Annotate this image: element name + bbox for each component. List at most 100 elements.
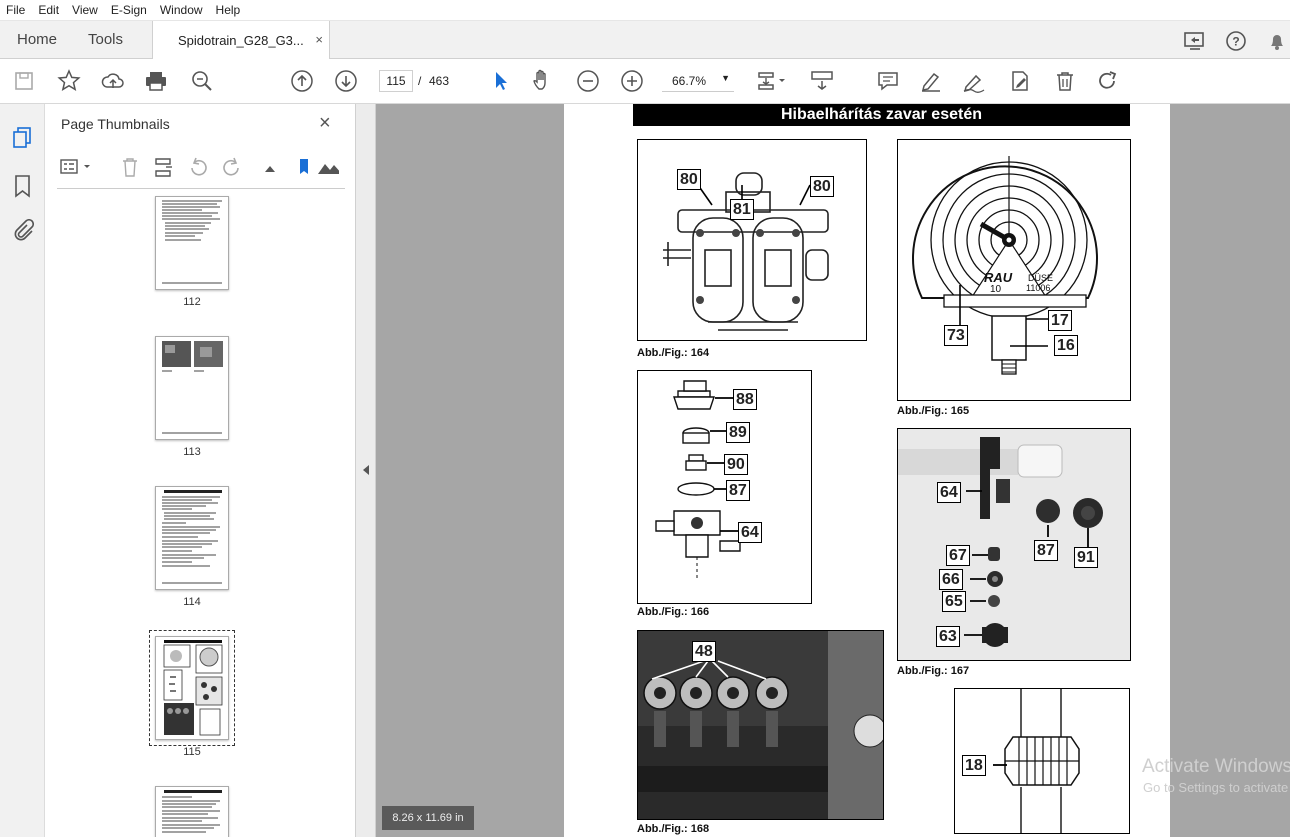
nozzle-parts-diagram — [655, 380, 741, 579]
navigation-strip — [0, 104, 45, 837]
scrolling-mode-icon[interactable] — [810, 69, 834, 93]
callout-65: 65 — [942, 591, 966, 612]
dial-number: 10 — [990, 284, 1002, 295]
print-icon[interactable] — [144, 69, 168, 93]
thumbnail-page-114-preview — [162, 490, 222, 584]
thumbnail-page-113[interactable] — [155, 336, 229, 440]
caption-167: Abb./Fig.: 167 — [897, 665, 970, 677]
redo-icon[interactable] — [1096, 69, 1120, 93]
delete-page-icon[interactable] — [119, 156, 141, 178]
insert-page-icon[interactable] — [153, 156, 175, 178]
svg-text:?: ? — [1232, 35, 1239, 49]
select-cursor-icon[interactable] — [489, 69, 513, 93]
bookmarks-icon[interactable] — [13, 174, 33, 198]
thumbnail-page-112-preview — [162, 200, 222, 284]
tab-document[interactable]: Spidotrain_G28_G3... × — [152, 21, 330, 59]
menu-help[interactable]: Help — [216, 3, 241, 17]
menu-view[interactable]: View — [72, 3, 98, 17]
upload-cloud-icon[interactable] — [101, 69, 125, 93]
help-icon[interactable]: ? — [1225, 30, 1247, 52]
figure-169: 18 — [954, 688, 1130, 834]
close-tab-button[interactable]: × — [315, 32, 323, 47]
callout-89: 89 — [726, 422, 750, 443]
hand-tool-icon[interactable] — [531, 69, 555, 93]
callout-88: 88 — [733, 389, 757, 410]
panel-title: Page Thumbnails — [61, 116, 170, 132]
thumbnail-page-114[interactable] — [155, 486, 229, 590]
thumbnail-page-116[interactable] — [155, 786, 229, 837]
smaller-thumbnails-icon[interactable] — [261, 156, 283, 178]
close-panel-button[interactable]: × — [319, 112, 331, 135]
dosing-dial-diagram: RAU 10 DÜSE 11006 — [912, 156, 1098, 375]
page-number-input[interactable]: 115 — [379, 70, 413, 92]
delete-trash-icon[interactable] — [1053, 69, 1077, 93]
callout-63: 63 — [936, 626, 960, 647]
menu-edit[interactable]: Edit — [38, 3, 59, 17]
caption-168: Abb./Fig.: 168 — [637, 823, 710, 835]
thumbnails-panel: Page Thumbnails × 112 113 114 115 — [45, 104, 393, 837]
zoom-level-value: 66.7% — [672, 73, 707, 88]
rotate-ccw-icon[interactable] — [187, 156, 209, 178]
zoom-out-icon[interactable] — [576, 69, 600, 93]
activation-watermark-title: Activate Windows — [1142, 756, 1290, 777]
page-thumbnails-icon[interactable] — [12, 126, 34, 150]
callout-81: 81 — [730, 199, 754, 220]
previous-page-icon[interactable] — [290, 69, 314, 93]
menu-bar: File Edit View E-Sign Window Help — [0, 0, 1290, 21]
thumbnail-options-icon[interactable] — [59, 156, 95, 178]
menu-file[interactable]: File — [6, 3, 25, 17]
callout-16: 16 — [1054, 335, 1078, 356]
larger-thumbnails-icon[interactable] — [317, 156, 339, 178]
zoom-in-icon[interactable] — [620, 69, 644, 93]
zoom-level-select[interactable]: 66.7% ▼ — [662, 70, 734, 92]
comment-icon[interactable] — [876, 69, 900, 93]
bookmark-star-icon[interactable] — [57, 69, 81, 93]
figure-166: 88 89 90 87 64 — [637, 370, 812, 604]
page-header: Hibaelhárítás zavar esetén — [633, 104, 1130, 126]
thumbnail-label: 112 — [183, 296, 201, 308]
callout-80-left: 80 — [677, 169, 701, 190]
edit-document-icon[interactable] — [1008, 69, 1032, 93]
dial-brand: RAU — [984, 270, 1013, 285]
thumbnail-page-112[interactable] — [155, 196, 229, 290]
page-separator: / — [418, 74, 422, 88]
next-page-icon[interactable] — [334, 69, 358, 93]
caption-166: Abb./Fig.: 166 — [637, 606, 710, 618]
callout-80-right: 80 — [810, 176, 834, 197]
page-layout-icon[interactable] — [755, 69, 789, 93]
collapse-arrow-icon — [363, 465, 369, 475]
pump-diagram — [663, 172, 829, 331]
figure-168: 48 — [637, 630, 884, 820]
rotate-cw-icon[interactable] — [221, 156, 243, 178]
panel-collapse-handle[interactable] — [356, 104, 376, 837]
panel-toolbar — [57, 154, 345, 182]
notification-bell-icon[interactable] — [1267, 30, 1287, 52]
tab-home[interactable]: Home — [17, 31, 57, 48]
panel-divider — [57, 188, 345, 189]
caption-164: Abb./Fig.: 164 — [637, 347, 710, 359]
menu-window[interactable]: Window — [160, 3, 203, 17]
tab-tools[interactable]: Tools — [88, 31, 123, 48]
total-pages: 463 — [429, 74, 450, 88]
callout-64: 64 — [937, 482, 961, 503]
toolbar: 115 / 463 66.7% ▼ — [0, 59, 1290, 104]
save-icon[interactable] — [12, 69, 36, 93]
callout-91: 91 — [1074, 547, 1098, 568]
menu-esign[interactable]: E-Sign — [111, 3, 147, 17]
page-size-indicator: 8.26 x 11.69 in — [382, 806, 474, 830]
document-page: Hibaelhárítás zavar esetén 80 81 80 Abb.… — [564, 104, 1170, 837]
callout-17: 17 — [1048, 310, 1072, 331]
highlight-pen-icon[interactable] — [919, 69, 943, 93]
sign-pen-icon[interactable] — [962, 69, 986, 93]
share-screen-icon[interactable] — [1183, 30, 1207, 52]
search-zoom-icon[interactable] — [190, 69, 214, 93]
caption-165: Abb./Fig.: 165 — [897, 405, 970, 417]
document-viewer: Hibaelhárítás zavar esetén 80 81 80 Abb.… — [376, 104, 1290, 837]
attachments-paperclip-icon[interactable] — [12, 219, 34, 243]
callout-67: 67 — [946, 545, 970, 566]
section-valves-photo — [638, 631, 883, 819]
bookmark-marker-icon[interactable] — [293, 156, 315, 178]
callout-66: 66 — [939, 569, 963, 590]
callout-48: 48 — [692, 641, 716, 662]
thumbnail-page-115[interactable] — [155, 636, 229, 740]
